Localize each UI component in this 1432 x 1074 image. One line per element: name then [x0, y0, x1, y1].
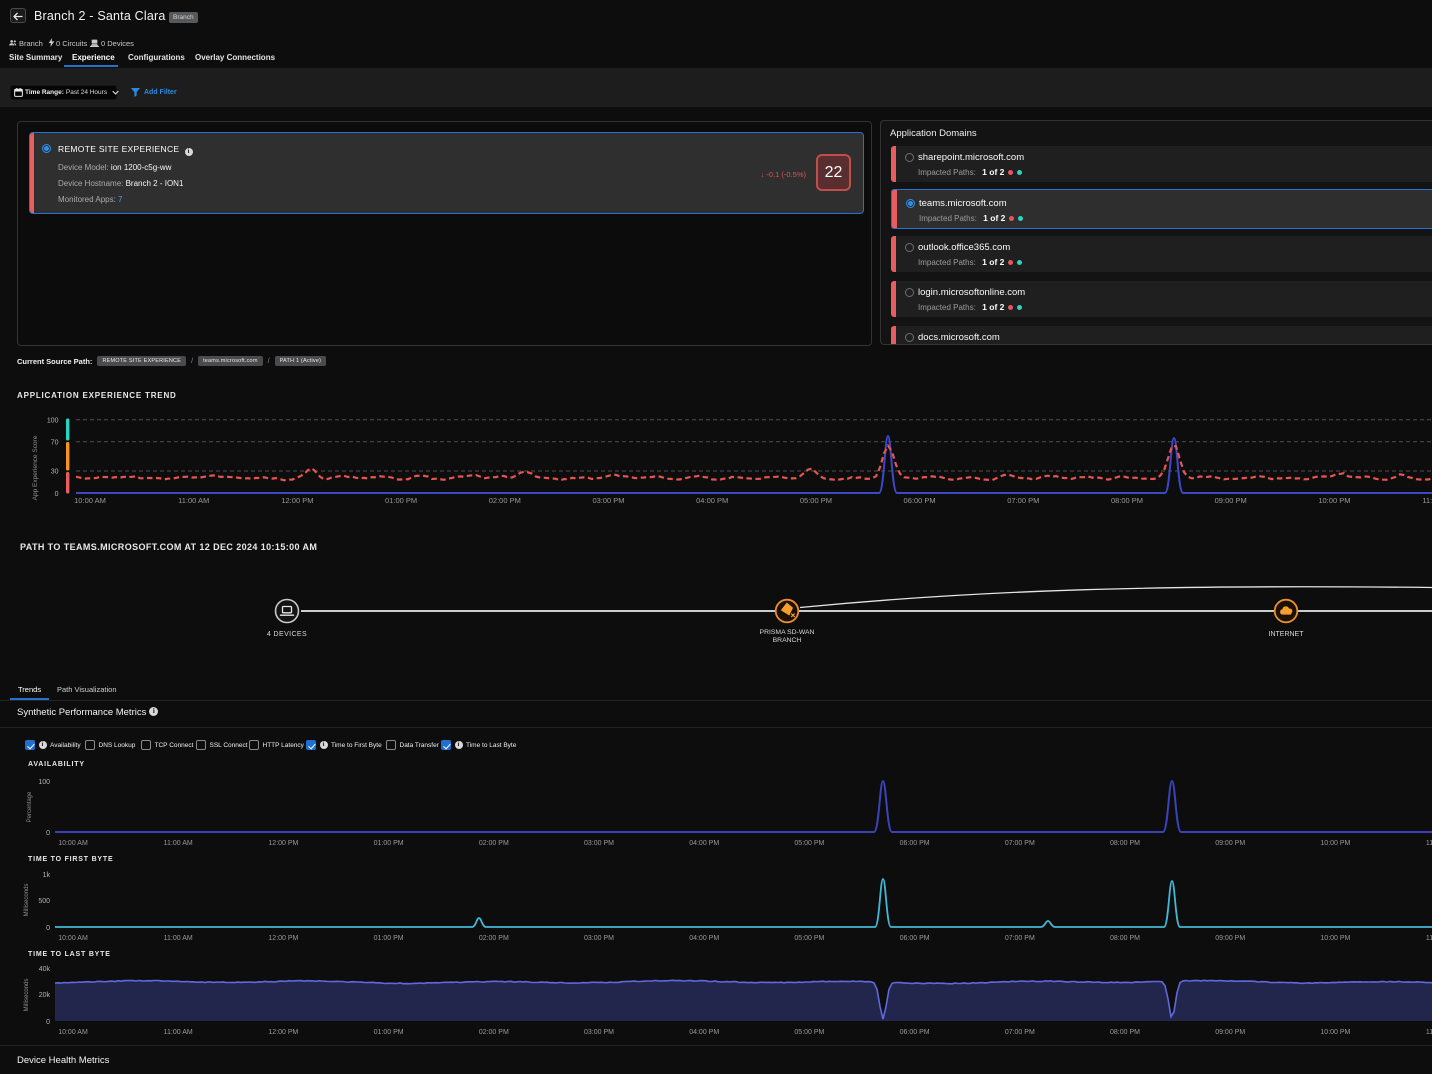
svg-text:03:00 PM: 03:00 PM — [584, 935, 614, 942]
svg-text:11:00 PM: 11:00 PM — [1422, 496, 1432, 505]
svg-text:06:00 PM: 06:00 PM — [904, 496, 936, 505]
svg-text:10:00 PM: 10:00 PM — [1320, 1029, 1350, 1036]
svg-text:09:00 PM: 09:00 PM — [1215, 1029, 1245, 1036]
svg-text:Milliseconds: Milliseconds — [24, 884, 30, 917]
svg-text:0: 0 — [46, 830, 50, 837]
svg-text:05:00 PM: 05:00 PM — [794, 840, 824, 847]
svg-text:4 DEVICES: 4 DEVICES — [267, 631, 307, 638]
svg-text:04:00 PM: 04:00 PM — [696, 496, 728, 505]
svg-text:10:00 PM: 10:00 PM — [1320, 935, 1350, 942]
svg-text:11:00 AM: 11:00 AM — [164, 840, 193, 847]
svg-text:40k: 40k — [39, 966, 51, 973]
svg-text:07:00 PM: 07:00 PM — [1005, 1029, 1035, 1036]
svg-text:03:00 PM: 03:00 PM — [592, 496, 624, 505]
svg-text:09:00 PM: 09:00 PM — [1215, 496, 1247, 505]
svg-text:06:00 PM: 06:00 PM — [900, 935, 930, 942]
svg-text:10:00 AM: 10:00 AM — [58, 840, 88, 847]
svg-text:08:00 PM: 08:00 PM — [1111, 496, 1143, 505]
svg-text:07:00 PM: 07:00 PM — [1005, 935, 1035, 942]
svg-text:01:00 PM: 01:00 PM — [374, 840, 404, 847]
svg-text:11:00 AM: 11:00 AM — [178, 496, 209, 505]
svg-text:12:00 PM: 12:00 PM — [268, 1029, 298, 1036]
svg-text:100: 100 — [47, 418, 59, 425]
svg-text:01:00 PM: 01:00 PM — [385, 496, 417, 505]
svg-text:03:00 PM: 03:00 PM — [584, 840, 614, 847]
svg-text:04:00 PM: 04:00 PM — [689, 1029, 719, 1036]
svg-text:11:00 PM: 11:00 PM — [1426, 840, 1432, 847]
svg-text:06:00 PM: 06:00 PM — [900, 840, 930, 847]
svg-text:10:00 AM: 10:00 AM — [74, 496, 106, 505]
svg-text:09:00 PM: 09:00 PM — [1215, 840, 1245, 847]
svg-text:10:00 AM: 10:00 AM — [58, 935, 88, 942]
svg-text:70: 70 — [51, 440, 59, 447]
svg-text:20k: 20k — [39, 992, 51, 999]
svg-text:30: 30 — [51, 469, 59, 476]
svg-text:11:00 AM: 11:00 AM — [164, 1029, 193, 1036]
svg-text:10:00 AM: 10:00 AM — [58, 1029, 88, 1036]
svg-text:07:00 PM: 07:00 PM — [1007, 496, 1039, 505]
svg-text:11:00 AM: 11:00 AM — [164, 935, 193, 942]
svg-text:1k: 1k — [43, 872, 51, 879]
svg-text:0: 0 — [46, 925, 50, 932]
svg-text:500: 500 — [38, 898, 50, 905]
svg-text:02:00 PM: 02:00 PM — [479, 840, 509, 847]
svg-text:08:00 PM: 08:00 PM — [1110, 840, 1140, 847]
svg-text:02:00 PM: 02:00 PM — [479, 1029, 509, 1036]
svg-text:0: 0 — [55, 491, 59, 498]
svg-text:01:00 PM: 01:00 PM — [374, 935, 404, 942]
svg-text:01:00 PM: 01:00 PM — [374, 1029, 404, 1036]
svg-text:INTERNET: INTERNET — [1269, 631, 1305, 638]
svg-text:12:00 PM: 12:00 PM — [268, 840, 298, 847]
svg-text:12:00 PM: 12:00 PM — [281, 496, 313, 505]
svg-text:05:00 PM: 05:00 PM — [794, 1029, 824, 1036]
svg-text:02:00 PM: 02:00 PM — [479, 935, 509, 942]
svg-text:08:00 PM: 08:00 PM — [1110, 1029, 1140, 1036]
svg-text:05:00 PM: 05:00 PM — [794, 935, 824, 942]
svg-text:10:00 PM: 10:00 PM — [1320, 840, 1350, 847]
svg-text:PRISMA SD-WAN: PRISMA SD-WAN — [760, 629, 815, 636]
svg-text:05:00 PM: 05:00 PM — [800, 496, 832, 505]
svg-text:10:00 PM: 10:00 PM — [1318, 496, 1350, 505]
svg-text:09:00 PM: 09:00 PM — [1215, 935, 1245, 942]
svg-text:0: 0 — [46, 1019, 50, 1026]
svg-text:06:00 PM: 06:00 PM — [900, 1029, 930, 1036]
svg-text:App Experience Score: App Experience Score — [32, 435, 39, 500]
svg-text:Percentage: Percentage — [27, 791, 33, 822]
svg-text:100: 100 — [38, 779, 50, 786]
svg-text:12:00 PM: 12:00 PM — [268, 935, 298, 942]
svg-text:04:00 PM: 04:00 PM — [689, 935, 719, 942]
svg-text:04:00 PM: 04:00 PM — [689, 840, 719, 847]
svg-text:11:00 PM: 11:00 PM — [1426, 935, 1432, 942]
svg-text:Milliseconds: Milliseconds — [24, 979, 30, 1012]
svg-text:08:00 PM: 08:00 PM — [1110, 935, 1140, 942]
svg-text:11:00 PM: 11:00 PM — [1426, 1029, 1432, 1036]
svg-text:07:00 PM: 07:00 PM — [1005, 840, 1035, 847]
svg-text:02:00 PM: 02:00 PM — [489, 496, 521, 505]
svg-text:BRANCH: BRANCH — [773, 637, 802, 644]
svg-text:03:00 PM: 03:00 PM — [584, 1029, 614, 1036]
